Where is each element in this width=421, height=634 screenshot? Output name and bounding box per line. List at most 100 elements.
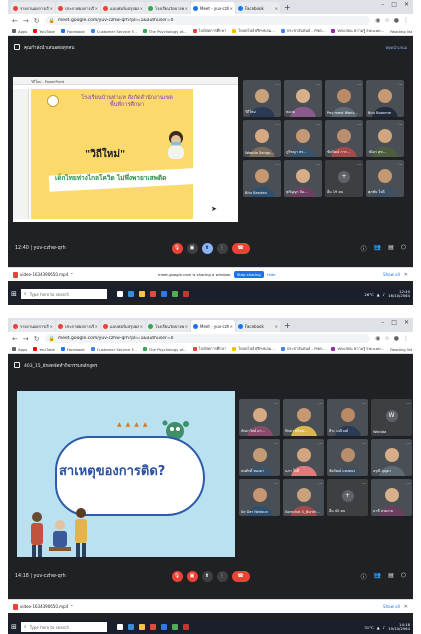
camera-off-icon[interactable]: ▣ — [186, 242, 198, 254]
mic-off-icon[interactable]: 🎙 — [171, 570, 183, 582]
word-icon[interactable] — [160, 624, 167, 630]
menu-icon[interactable]: ⋮ — [403, 335, 409, 342]
participant-tile[interactable]: ⋯ มาลี สวยงาม — [371, 479, 412, 516]
bookmark-item[interactable]: ไลฟ์สดการศึกษา — [192, 346, 226, 352]
tile-options-icon[interactable]: ⋯ — [357, 122, 361, 127]
info-icon[interactable]: ⓘ — [361, 572, 367, 581]
participant-tile[interactable]: ⋯ Bnu Boonme — [366, 80, 404, 117]
bookmark-item[interactable]: YouTube — [33, 347, 55, 352]
profile-icon[interactable]: ● — [394, 17, 399, 24]
browser-tab[interactable]: โรงเรียนวัดบางพระ...✕ — [146, 2, 190, 14]
bookmark-item[interactable]: Apps — [12, 347, 27, 352]
close-download-bar-icon[interactable]: ✕ — [404, 604, 408, 610]
people-icon[interactable]: 👥 — [374, 244, 381, 253]
tab-close-icon[interactable]: ✕ — [140, 324, 143, 329]
participant-tile[interactable]: W ⋯ Wanida — [371, 399, 412, 436]
system-clock[interactable]: 12:40 16/10/2564 — [388, 289, 410, 299]
tile-options-icon[interactable]: ⋯ — [362, 481, 366, 486]
tab-close-icon[interactable]: ✕ — [50, 6, 53, 11]
bookmark-item[interactable]: Customer Service F... — [90, 29, 137, 34]
tile-options-icon[interactable]: ⋯ — [275, 122, 279, 127]
participant-tile[interactable]: + ⋯ อื่น 45 คน — [327, 479, 368, 516]
close-download-bar-icon[interactable]: ✕ — [404, 272, 408, 278]
participant-tile[interactable]: ⋯ นภา ใจดี — [283, 439, 324, 476]
back-icon[interactable]: ← — [12, 17, 18, 25]
participant-tile[interactable]: ⋯ Somchai S_Bunth... — [283, 479, 324, 516]
star-icon[interactable]: ☆ — [384, 17, 389, 24]
taskbar-search[interactable]: ⌕ Type here to search — [20, 622, 107, 632]
tile-options-icon[interactable]: ⋯ — [398, 162, 402, 167]
browser-tab[interactable]: รายงานผลการเรียนรู้ป...✕ — [11, 320, 55, 332]
tile-options-icon[interactable]: ⋯ — [406, 441, 410, 446]
task-view-icon[interactable] — [116, 291, 123, 297]
forward-icon[interactable]: → — [23, 335, 29, 343]
more-options-icon[interactable]: ⋮ — [216, 570, 228, 582]
show-all-button[interactable]: Show all — [383, 604, 400, 609]
participant-tile[interactable]: ⋯ ชัยวัฒน์ การ... — [325, 120, 363, 157]
tile-options-icon[interactable]: ⋯ — [275, 82, 279, 87]
bookmark-item[interactable]: Wikiสอน ความรู้ Educati... — [331, 346, 384, 352]
powerpoint-icon[interactable] — [182, 624, 189, 630]
tile-options-icon[interactable]: ⋯ — [316, 162, 320, 167]
stop-presenting-button[interactable]: หยุดนำเสนอ — [385, 44, 407, 51]
present-icon[interactable]: ⬆ — [201, 570, 213, 582]
bookmark-item[interactable]: ประชาสัมพันธ์ - PNB... — [280, 346, 325, 352]
maximize-icon[interactable]: □ — [391, 319, 397, 326]
tab-close-icon[interactable]: ✕ — [185, 6, 188, 11]
activities-icon[interactable]: ⬡ — [401, 244, 406, 253]
taskbar-search[interactable]: ⌕ Type here to search — [20, 289, 107, 299]
participant-tile[interactable]: ⋯ ชัยวัฒน์ แสงทอง — [327, 439, 368, 476]
bookmark-item[interactable]: Customer Service F... — [90, 347, 137, 352]
tab-close-icon[interactable]: ✕ — [95, 324, 98, 329]
tile-options-icon[interactable]: ⋯ — [398, 82, 402, 87]
edge-icon[interactable] — [127, 624, 134, 630]
participant-tile[interactable]: ⋯ สุกัญญา จัน... — [284, 160, 322, 197]
chrome-icon[interactable] — [171, 624, 178, 630]
bookmark-item[interactable]: Wikiสอน ความรู้ Educati... — [331, 28, 384, 34]
powerpoint-icon[interactable] — [182, 291, 189, 297]
system-clock[interactable]: 14:18 19/10/2564 — [388, 622, 410, 632]
browser-tab[interactable]: ประกาศผลการเรียน 1...✕ — [56, 2, 100, 14]
menu-icon[interactable]: ⋮ — [403, 17, 409, 24]
hide-button[interactable]: Hide — [267, 272, 276, 277]
present-icon[interactable]: ⬆ — [201, 242, 213, 254]
tile-options-icon[interactable]: ⋯ — [362, 401, 366, 406]
edge-icon[interactable] — [127, 291, 134, 297]
star-icon[interactable]: ☆ — [384, 335, 389, 342]
profile-icon[interactable]: ● — [394, 335, 399, 342]
tab-close-icon[interactable]: ✕ — [185, 324, 188, 329]
tab-close-icon[interactable]: ✕ — [230, 324, 233, 329]
bookmark-item[interactable]: Facebook — [60, 347, 85, 352]
tile-options-icon[interactable]: ⋯ — [406, 401, 410, 406]
more-options-icon[interactable]: ⋮ — [216, 242, 228, 254]
network-icon[interactable]: ▲ — [377, 292, 380, 297]
participant-tile[interactable]: ⋯ ศุภชัย ใจดี — [366, 160, 404, 197]
tile-options-icon[interactable]: ⋯ — [357, 82, 361, 87]
stop-sharing-button[interactable]: Stop sharing — [233, 271, 264, 278]
participant-tile[interactable]: ⋯ วิถีใหม่ — [243, 80, 281, 117]
bookmark-item[interactable]: YouTube — [33, 29, 55, 34]
participant-tile[interactable]: ⋯ วนิดา สุข... — [366, 120, 404, 157]
tile-options-icon[interactable]: ⋯ — [318, 441, 322, 446]
back-icon[interactable]: ← — [12, 335, 18, 343]
file-explorer-icon[interactable] — [138, 624, 145, 630]
tile-options-icon[interactable]: ⋯ — [274, 401, 278, 406]
close-window-icon[interactable]: ✕ — [404, 1, 409, 8]
bookmark-item[interactable]: The Psychology of... — [142, 347, 187, 352]
reading-list-button[interactable]: Reading list — [390, 29, 412, 34]
activities-icon[interactable]: ⬡ — [401, 572, 406, 581]
people-icon[interactable]: 👥 — [374, 572, 381, 581]
camera-icon[interactable]: ◉ — [375, 335, 380, 342]
tab-close-icon[interactable]: ✕ — [50, 324, 53, 329]
participant-tile[interactable]: ⋯ Pov mest Wanc... — [325, 80, 363, 117]
browser-tab[interactable]: ประกาศผลการเรียน...✕ — [56, 320, 100, 332]
new-tab-button[interactable]: + — [284, 320, 291, 332]
reading-list-button[interactable]: Reading list — [390, 347, 412, 352]
url-field[interactable]: 🔒 meet.google.com/yuv-czhw-qrh?pli=1&aut… — [44, 16, 371, 25]
tab-close-icon[interactable]: ✕ — [275, 324, 278, 329]
browser-tab[interactable]: รายงานผลการเรียนรู้ประจำ...✕ — [11, 2, 55, 14]
participant-tile[interactable]: ⋯ Wasida Sangp... — [243, 120, 281, 157]
tile-options-icon[interactable]: ⋯ — [357, 162, 361, 167]
network-icon[interactable]: ▲ — [377, 625, 380, 630]
word-icon[interactable] — [160, 291, 167, 297]
